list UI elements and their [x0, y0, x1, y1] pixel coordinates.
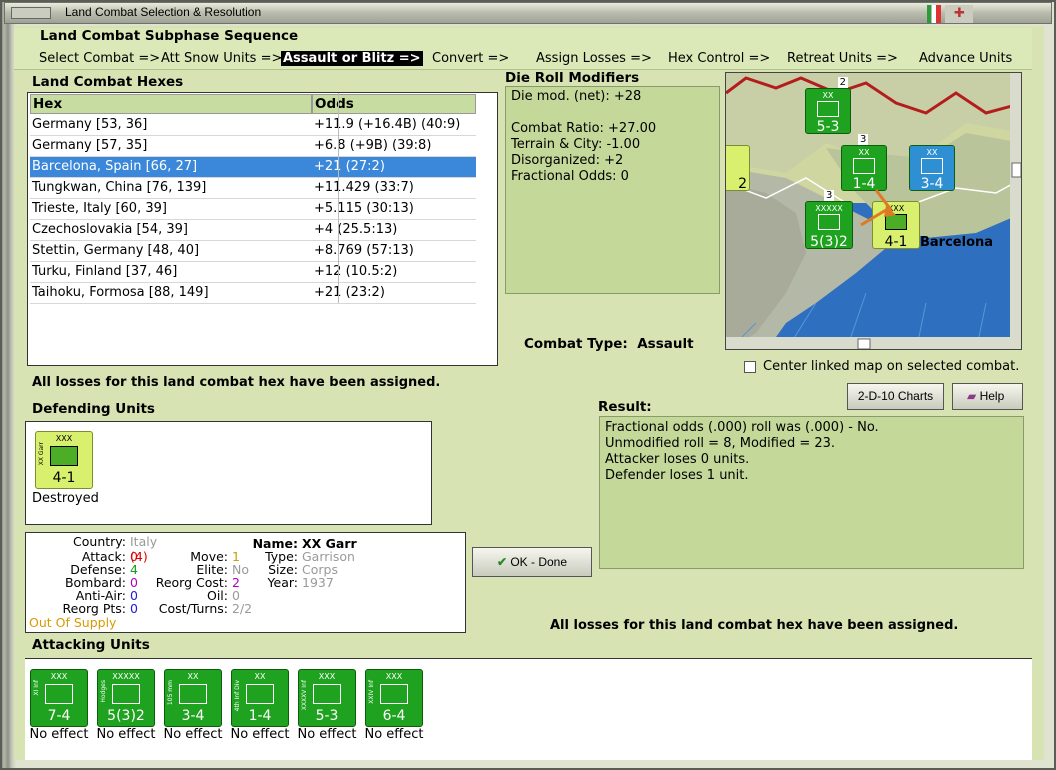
- attacking-unit[interactable]: XXX XXXXV Inf 5-3: [298, 669, 356, 727]
- combat-type: Combat Type: Assault: [524, 336, 694, 352]
- drm-heading: Die Roll Modifiers: [505, 70, 640, 86]
- step-hex-control[interactable]: Hex Control =>: [668, 51, 770, 66]
- hex-row[interactable]: Stettin, Germany [48, 40] +8.769 (57:13): [30, 241, 476, 262]
- hex-row[interactable]: Germany [53, 36] +11.9 (+16.4B) (40:9): [30, 115, 476, 136]
- step-assign-losses[interactable]: Assign Losses =>: [536, 51, 652, 66]
- window-title: Land Combat Selection & Resolution: [65, 5, 262, 19]
- hex-row[interactable]: Germany [57, 35] +6.8 (+9B) (39:8): [30, 136, 476, 157]
- attack-arrow-icon: [860, 189, 896, 227]
- center-map-label: Center linked map on selected combat.: [763, 359, 1020, 374]
- drm-line: Combat Ratio: +27.00: [511, 121, 657, 136]
- attacking-unit[interactable]: XX 105 mm 3-4: [164, 669, 222, 727]
- defending-unit[interactable]: XXX XX Garr 4-1: [35, 431, 93, 489]
- subphase-sequence: Land Combat Subphase Sequence Select Com…: [14, 28, 1032, 70]
- col-header-hex[interactable]: Hex: [30, 94, 312, 114]
- supply-status: Out Of Supply: [29, 615, 117, 630]
- hexes-heading: Land Combat Hexes: [32, 74, 184, 90]
- defending-unit-status: Destroyed: [32, 491, 99, 506]
- attacking-units: XXX XI Inf 7-4 No effect XXXXX Hodges 5(3)2 No …: [25, 658, 1032, 760]
- die-roll-modifiers: Die mod. (net): +28 Combat Ratio: +27.00 T…: [505, 86, 720, 294]
- result-heading: Result:: [598, 399, 652, 415]
- defending-heading: Defending Units: [32, 401, 155, 417]
- col-header-odds[interactable]: Odds: [312, 94, 476, 114]
- status-message-2: All losses for this land combat hex have…: [550, 618, 959, 633]
- charts-button[interactable]: 2-D-10 Charts: [847, 383, 944, 410]
- map-unit[interactable]: 3 XXXXX 5(3)2: [805, 190, 853, 250]
- result-line: Attacker loses 0 units.: [605, 452, 750, 467]
- title-bar: Land Combat Selection & Resolution ✚: [4, 2, 1052, 24]
- unit-details: Country: Italy Attack: 0 (4) Defense: 4 Bom…: [25, 532, 466, 633]
- drm-line: Disorganized: +2: [511, 153, 624, 168]
- step-retreat-units[interactable]: Retreat Units =>: [787, 51, 898, 66]
- result-line: Defender loses 1 unit.: [605, 468, 749, 483]
- ok-done-button[interactable]: ✔ OK - Done: [472, 547, 592, 577]
- attacking-unit[interactable]: XXX XXIV Inf 6-4: [365, 669, 423, 727]
- attacking-unit-status: No effect: [29, 727, 89, 742]
- map-unit[interactable]: 2: [726, 145, 750, 192]
- step-select-combat[interactable]: Select Combat =>: [39, 51, 160, 66]
- map-unit[interactable]: 2 XX 5-3: [805, 77, 851, 135]
- status-message: All losses for this land combat hex have…: [32, 375, 441, 390]
- attacking-heading: Attacking Units: [32, 637, 150, 653]
- attacking-unit[interactable]: XXX XI Inf 7-4: [30, 669, 88, 727]
- center-map-checkbox[interactable]: [744, 361, 756, 373]
- attacking-unit-status: No effect: [96, 727, 156, 742]
- attacking-unit-status: No effect: [364, 727, 424, 742]
- result-panel: Fractional odds (.000) roll was (.000) -…: [599, 416, 1024, 569]
- drm-line: Die mod. (net): +28: [511, 89, 642, 104]
- attacking-unit[interactable]: XX 4th Inf Div 1-4: [231, 669, 289, 727]
- step-convert[interactable]: Convert =>: [432, 51, 509, 66]
- attacking-unit-status: No effect: [163, 727, 223, 742]
- hex-row[interactable]: Trieste, Italy [60, 39] +5.115 (30:13): [30, 199, 476, 220]
- combat-hex-list[interactable]: Hex Odds Germany [53, 36] +11.9 (+16.4B) …: [27, 92, 498, 366]
- step-assault-or-blitz[interactable]: Assault or Blitz =>: [281, 51, 423, 66]
- attacking-unit-status: No effect: [297, 727, 357, 742]
- attacking-unit-status: No effect: [230, 727, 290, 742]
- window-controls[interactable]: [11, 7, 51, 19]
- help-button[interactable]: ▰ Help: [952, 383, 1023, 410]
- column-divider: [338, 93, 339, 303]
- hex-row[interactable]: Turku, Finland [37, 46] +12 (10.5:2): [30, 262, 476, 283]
- step-att-snow-units[interactable]: Att Snow Units =>: [161, 51, 282, 66]
- result-line: Fractional odds (.000) roll was (.000) -…: [605, 420, 879, 435]
- step-advance-units[interactable]: Advance Units: [919, 51, 1012, 66]
- result-line: Unmodified roll = 8, Modified = 23.: [605, 436, 836, 451]
- map-city-label: Barcelona: [920, 235, 994, 250]
- linked-map[interactable]: 2 XX 5-3 3 XX 1-4 XX 3-4 3 XXXXX 5(3)2 XXX 4-…: [725, 72, 1022, 350]
- checkmark-icon: ✔: [496, 555, 507, 569]
- italy-flag-icon: [927, 5, 941, 23]
- defending-units: XXX XX Garr 4-1 Destroyed: [25, 421, 432, 525]
- drm-line: Fractional Odds: 0: [511, 169, 629, 184]
- hex-row[interactable]: Barcelona, Spain [66, 27] +21 (27:2): [30, 157, 476, 178]
- attacking-unit[interactable]: XXXXX Hodges 5(3)2: [97, 669, 155, 727]
- hex-row[interactable]: Czechoslovakia [54, 39] +4 (25.5:13): [30, 220, 476, 241]
- hex-row[interactable]: Tungkwan, China [76, 139] +11.429 (33:7): [30, 178, 476, 199]
- book-icon: ▰: [967, 389, 977, 403]
- close-icon[interactable]: ✚: [945, 5, 973, 23]
- drm-line: Terrain & City: -1.00: [511, 137, 641, 152]
- subphase-heading: Land Combat Subphase Sequence: [40, 28, 299, 44]
- hex-row[interactable]: Taihoku, Formosa [88, 149] +21 (23:2): [30, 283, 476, 304]
